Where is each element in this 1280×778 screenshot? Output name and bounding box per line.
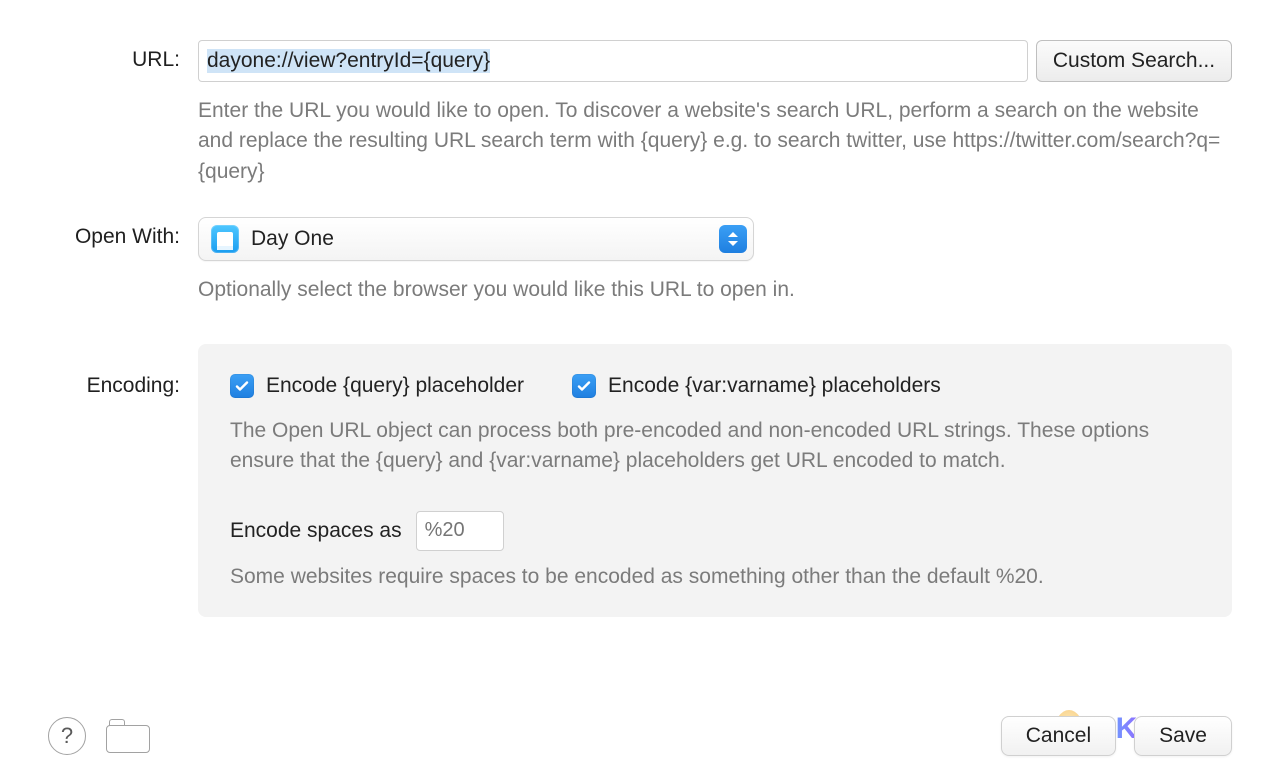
encoding-panel: Encode {query} placeholder Encode {var:v…	[198, 344, 1232, 617]
url-label: URL:	[48, 40, 198, 72]
custom-search-button[interactable]: Custom Search...	[1036, 40, 1232, 82]
open-with-help-text: Optionally select the browser you would …	[198, 275, 1232, 305]
open-with-value: Day One	[251, 227, 707, 251]
encode-spaces-help-text: Some websites require spaces to be encod…	[230, 565, 1200, 589]
encoding-label: Encoding:	[48, 344, 198, 398]
cancel-button[interactable]: Cancel	[1001, 716, 1116, 756]
checkmark-icon	[230, 374, 254, 398]
encode-spaces-label: Encode spaces as	[230, 519, 402, 543]
checkmark-icon	[572, 374, 596, 398]
encode-query-checkbox[interactable]: Encode {query} placeholder	[230, 374, 524, 398]
encode-var-checkbox[interactable]: Encode {var:varname} placeholders	[572, 374, 941, 398]
url-help-text: Enter the URL you would like to open. To…	[198, 96, 1232, 187]
encode-spaces-input[interactable]	[416, 511, 504, 551]
help-button[interactable]: ?	[48, 717, 86, 755]
open-with-select[interactable]: Day One	[198, 217, 754, 261]
url-input[interactable]	[198, 40, 1028, 82]
folder-icon[interactable]	[106, 719, 150, 753]
encode-var-label: Encode {var:varname} placeholders	[608, 374, 941, 398]
encode-query-label: Encode {query} placeholder	[266, 374, 524, 398]
open-with-label: Open With:	[48, 217, 198, 249]
encoding-help-text: The Open URL object can process both pre…	[230, 416, 1200, 477]
chevron-up-down-icon	[719, 225, 747, 253]
save-button[interactable]: Save	[1134, 716, 1232, 756]
app-icon	[211, 225, 239, 253]
